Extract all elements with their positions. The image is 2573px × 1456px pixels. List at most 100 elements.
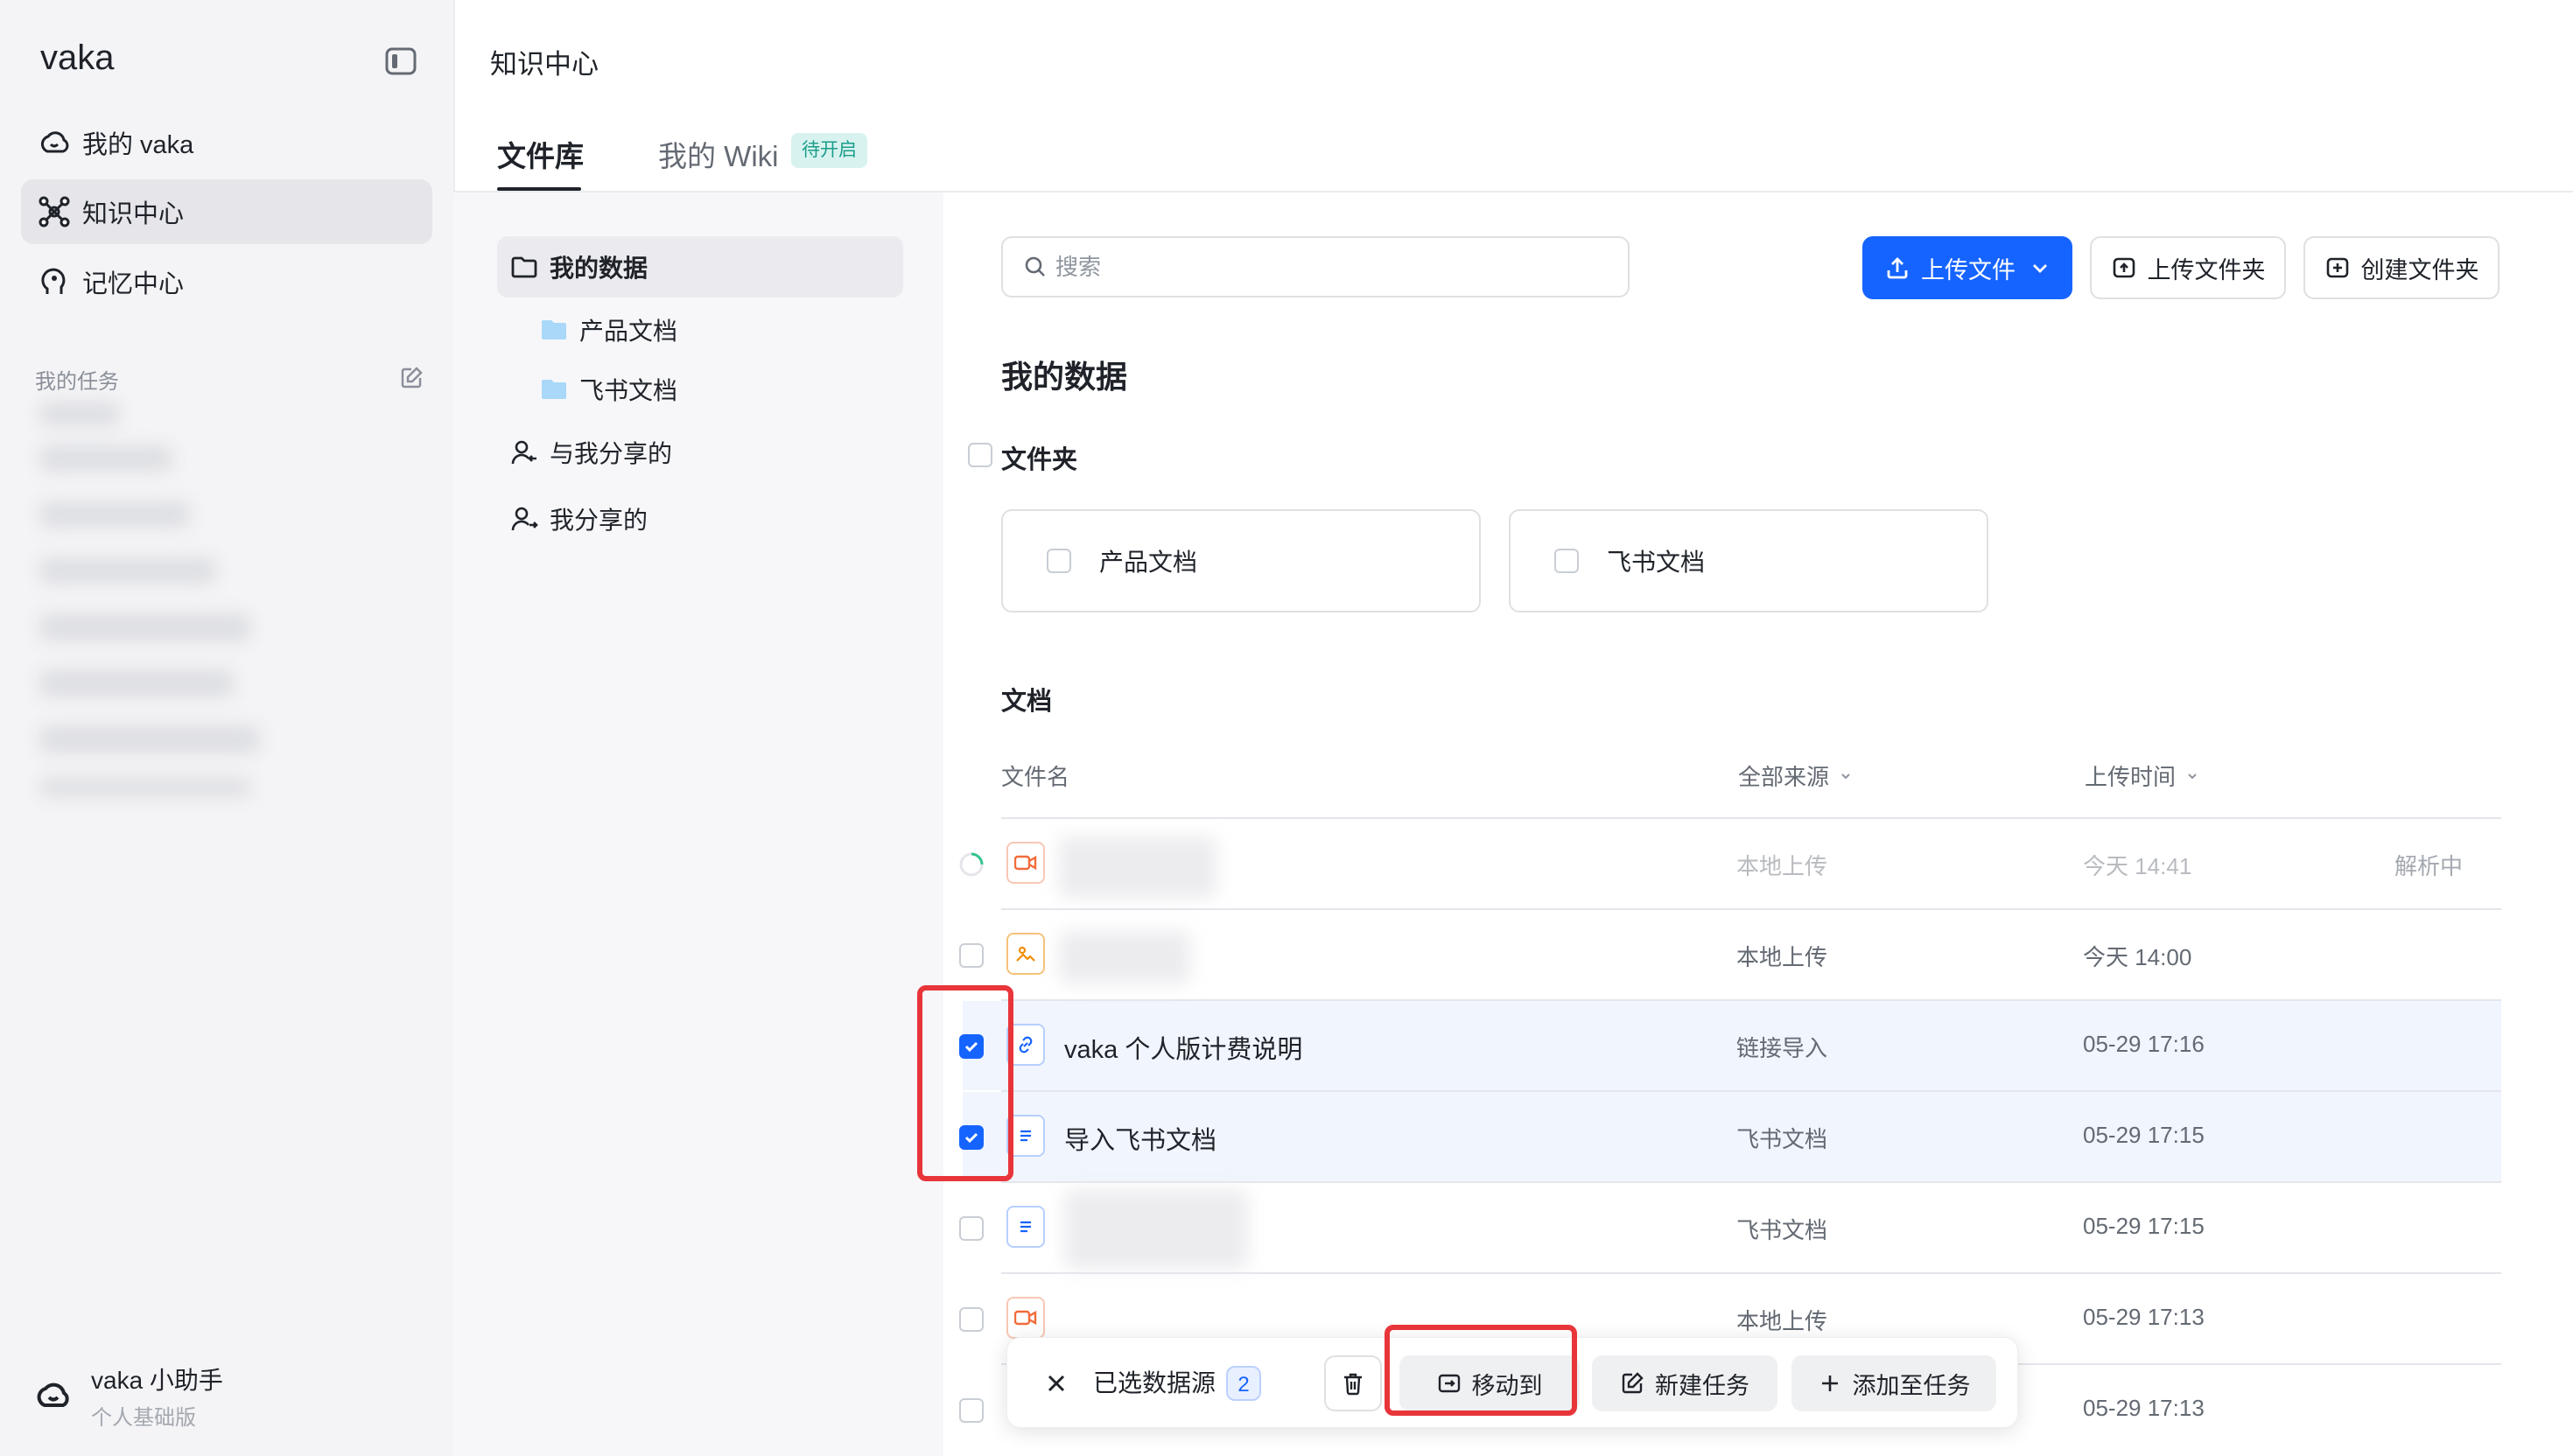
row-time: 今天 14:00 — [2083, 944, 2192, 970]
column-header-source-label: 全部来源 — [1738, 764, 1830, 790]
row-file-name[interactable]: 导入飞书文档 — [1064, 1120, 1216, 1157]
user-share-out-icon — [509, 504, 539, 534]
doc-file-icon — [1006, 1206, 1045, 1248]
add-to-task-button[interactable]: 添加至任务 — [1791, 1355, 1996, 1411]
row-file-name[interactable]: vaka 个人版计费说明 — [1064, 1029, 1302, 1066]
create-folder-label: 创建文件夹 — [2360, 256, 2479, 284]
user-share-in-icon — [509, 438, 539, 467]
sidebar-item-memory[interactable]: 记忆中心 — [21, 249, 432, 314]
upload-file-label: 上传文件 — [1921, 256, 2016, 284]
upload-icon — [1884, 255, 1910, 281]
video-file-icon — [1006, 1297, 1045, 1339]
trash-icon — [1340, 1370, 1366, 1396]
tree-item-shared-by-me[interactable]: 我分享的 — [497, 488, 903, 550]
loading-spinner-icon — [957, 850, 985, 878]
edit-icon[interactable] — [399, 366, 424, 390]
cloud-chat-icon — [37, 125, 72, 160]
folder-icon — [509, 252, 539, 282]
plus-icon — [1818, 1371, 1842, 1396]
image-file-icon — [1006, 933, 1045, 975]
row-source: 链接导入 — [1736, 1035, 1828, 1061]
column-header-name: 文件名 — [1001, 764, 1070, 790]
user-plan: 个人基础版 — [91, 1406, 196, 1430]
row-time: 05-29 17:15 — [2083, 1122, 2205, 1148]
chevron-down-icon — [2030, 257, 2051, 278]
sidebar-item-knowledge[interactable]: 知识中心 — [21, 179, 432, 244]
column-header-time[interactable]: 上传时间 — [2085, 760, 2200, 792]
new-task-button[interactable]: 新建任务 — [1592, 1355, 1777, 1411]
tree-item-label: 我的数据 — [550, 255, 649, 282]
selected-label: 已选数据源 — [1093, 1369, 1216, 1396]
search-icon — [1022, 254, 1048, 280]
folder-card-product-docs[interactable]: 产品文档 — [1001, 509, 1481, 612]
create-folder-icon — [2324, 255, 2351, 281]
row-time: 05-29 17:13 — [2083, 1395, 2205, 1421]
table-row[interactable]: 本地上传 今天 14:00 — [957, 910, 2501, 999]
tab-my-wiki[interactable]: 我的 Wiki — [658, 133, 778, 175]
column-header-time-label: 上传时间 — [2085, 764, 2177, 790]
upload-folder-button[interactable]: 上传文件夹 — [2090, 236, 2286, 299]
assistant-avatar-icon — [33, 1376, 74, 1414]
tree-item-product-docs[interactable]: 产品文档 — [497, 299, 903, 360]
table-row[interactable]: 导入飞书文档 飞书文档 05-29 17:15 — [957, 1092, 2501, 1181]
row-time: 05-29 17:13 — [2083, 1304, 2205, 1330]
tree-item-label: 与我分享的 — [550, 440, 673, 467]
memory-icon — [37, 264, 72, 299]
row-checkbox[interactable] — [959, 1307, 984, 1332]
upload-folder-icon — [2111, 255, 2137, 281]
column-header-source[interactable]: 全部来源 — [1738, 760, 1854, 792]
tree-item-label: 产品文档 — [579, 318, 678, 345]
new-task-label: 新建任务 — [1655, 1372, 1749, 1399]
row-checkbox[interactable] — [959, 943, 984, 968]
knowledge-icon — [37, 194, 72, 229]
task-list — [32, 394, 259, 805]
row-checkbox[interactable] — [959, 1398, 984, 1423]
selection-highlight — [917, 985, 1013, 1181]
chevron-down-icon — [2184, 768, 2200, 784]
sidebar-item-label: 我的 vaka — [82, 131, 194, 159]
row-time: 今天 14:41 — [2083, 853, 2192, 879]
page-title: 知识中心 — [490, 49, 599, 80]
upload-file-button[interactable]: 上传文件 — [1862, 236, 2072, 299]
selected-count-badge: 2 — [1226, 1366, 1261, 1401]
sidebar-item-label: 知识中心 — [82, 200, 185, 228]
tree-item-label: 我分享的 — [550, 507, 649, 534]
move-to-highlight — [1385, 1325, 1577, 1416]
video-file-icon — [1006, 842, 1045, 884]
user-name: vaka 小助手 — [91, 1367, 223, 1394]
row-source: 本地上传 — [1736, 853, 1828, 879]
tree-item-label: 飞书文档 — [579, 377, 678, 404]
folder-checkbox[interactable] — [1554, 549, 1579, 573]
app-title: vaka — [40, 38, 115, 77]
delete-button[interactable] — [1324, 1355, 1382, 1411]
table-row[interactable]: 本地上传 今天 14:41 解析中 — [957, 819, 2501, 908]
select-all-folders-checkbox[interactable] — [968, 443, 992, 467]
tree-item-my-data[interactable]: 我的数据 — [497, 236, 903, 298]
table-row[interactable]: 飞书文档 05-29 17:15 — [957, 1183, 2501, 1272]
wiki-status-badge: 待开启 — [791, 133, 867, 168]
folder-filled-icon — [539, 374, 569, 404]
tree-item-feishu-docs[interactable]: 飞书文档 — [497, 359, 903, 420]
folder-card-label: 飞书文档 — [1607, 549, 1706, 576]
folder-card-feishu-docs[interactable]: 飞书文档 — [1509, 509, 1988, 612]
sidebar-item-label: 记忆中心 — [82, 270, 185, 298]
search-box[interactable] — [1001, 236, 1630, 298]
create-folder-button[interactable]: 创建文件夹 — [2303, 236, 2499, 299]
row-source: 本地上传 — [1736, 1308, 1828, 1334]
sidebar-toggle-icon[interactable] — [385, 47, 417, 75]
section-title: 我的数据 — [1001, 359, 1128, 395]
chevron-down-icon — [1838, 768, 1854, 784]
sidebar-item-my-vaka[interactable]: 我的 vaka — [21, 110, 432, 175]
search-input[interactable] — [1054, 252, 1582, 282]
row-status: 解析中 — [2394, 853, 2464, 879]
tab-file-library[interactable]: 文件库 — [497, 133, 584, 175]
row-checkbox[interactable] — [959, 1216, 984, 1241]
row-time: 05-29 17:15 — [2083, 1213, 2205, 1239]
upload-folder-label: 上传文件夹 — [2147, 256, 2266, 284]
close-icon[interactable] — [1042, 1369, 1070, 1397]
table-row[interactable]: vaka 个人版计费说明 链接导入 05-29 17:16 — [957, 1001, 2501, 1090]
row-time: 05-29 17:16 — [2083, 1031, 2205, 1057]
folder-checkbox[interactable] — [1047, 549, 1071, 573]
tree-item-shared-with-me[interactable]: 与我分享的 — [497, 422, 903, 483]
folder-card-label: 产品文档 — [1099, 549, 1198, 576]
